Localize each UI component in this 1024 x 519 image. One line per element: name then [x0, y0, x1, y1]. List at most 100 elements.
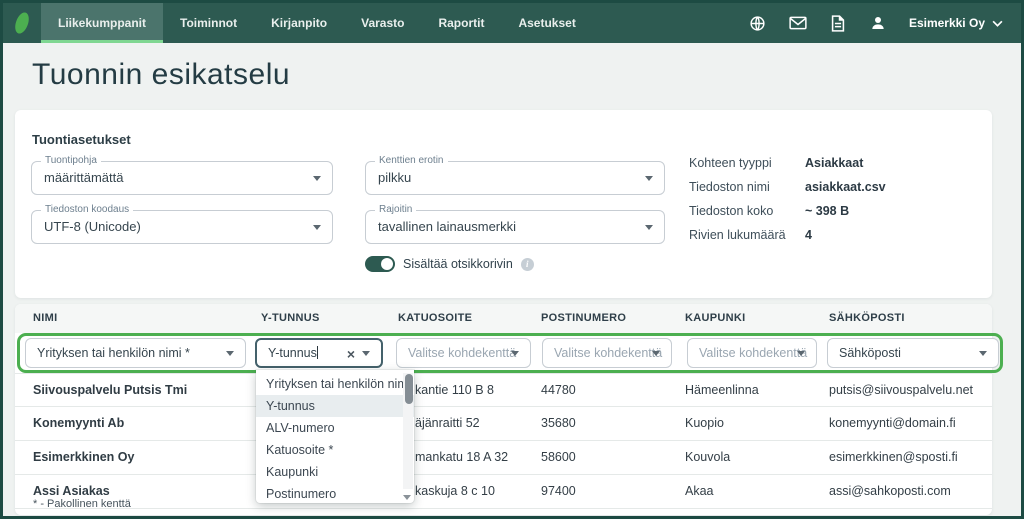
- mapping-select-sahkoposti[interactable]: Sähköposti: [827, 338, 999, 368]
- cell-katuosoite: kantie 110 B 8: [415, 374, 494, 407]
- select-tiedoston-koodaus-value: UTF-8 (Unicode): [32, 211, 332, 243]
- cell-katuosoite: mankatu 18 A 32: [415, 441, 508, 474]
- info-row: Kohteen tyyppi Asiakkaat: [689, 156, 886, 170]
- cell-kaupunki: Kuopio: [685, 407, 724, 440]
- nav-tab-varasto[interactable]: Varasto: [344, 3, 421, 43]
- info-label: Rivien lukumäärä: [689, 228, 805, 242]
- caret-down-icon: [313, 225, 321, 230]
- required-field-footnote: * - Pakollinen kenttä: [33, 498, 131, 510]
- clear-icon[interactable]: ×: [347, 345, 355, 363]
- select-tuontipohja[interactable]: Tuontipohja määrittämättä: [31, 161, 333, 195]
- cell-katuosoite: äjänraitti 52: [415, 407, 480, 440]
- nav-tabs: Liikekumppanit Toiminnot Kirjanpito Vara…: [41, 3, 593, 43]
- caret-down-icon: [511, 351, 519, 356]
- import-preview-screen: { "colors": { "accent_green": "#4caf50",…: [0, 0, 1024, 519]
- mapping-select-nimi-value: Yrityksen tai henkilön nimi *: [26, 339, 245, 367]
- cell-nimi: Esimerkkinen Oy: [33, 441, 134, 474]
- info-label: Tiedoston koko: [689, 204, 805, 218]
- account-label: Esimerkki Oy: [909, 16, 985, 30]
- select-kenttien-erotin-label: Kenttien erotin: [375, 155, 448, 166]
- table-row: Siivouspalvelu Putsis Tmi kantie 110 B 8…: [15, 373, 992, 407]
- info-row: Rivien lukumäärä 4: [689, 228, 886, 242]
- select-tuontipohja-value: määrittämättä: [32, 162, 332, 194]
- nav-tab-kirjanpito[interactable]: Kirjanpito: [254, 3, 344, 43]
- dropdown-item[interactable]: ALV-numero: [256, 417, 414, 439]
- nav-tab-liikekumppanit[interactable]: Liikekumppanit: [41, 3, 163, 43]
- nav-tab-asetukset[interactable]: Asetukset: [501, 3, 592, 43]
- table-row: Konemyynti Ab äjänraitti 52 35680 Kuopio…: [15, 407, 992, 441]
- top-nav: Liikekumppanit Toiminnot Kirjanpito Vara…: [3, 3, 1021, 43]
- nav-tab-raportit[interactable]: Raportit: [421, 3, 501, 43]
- caret-down-icon: [313, 176, 321, 181]
- toggle-knob: [381, 258, 393, 270]
- caret-down-icon: [652, 351, 660, 356]
- chevron-down-icon: [992, 20, 1003, 27]
- header-row-toggle[interactable]: [365, 256, 395, 272]
- header-row-toggle-row: Sisältää otsikkorivin i: [365, 256, 534, 272]
- select-kenttien-erotin-value: pilkku: [366, 162, 664, 194]
- dropdown-item[interactable]: Katuosoite *: [256, 439, 414, 461]
- cell-sahkoposti: esimerkkinen@sposti.fi: [829, 441, 958, 474]
- cell-nimi: Siivouspalvelu Putsis Tmi: [33, 374, 187, 407]
- mapping-select-katuosoite[interactable]: Valitse kohdekenttä: [396, 338, 531, 368]
- table-row: Esimerkkinen Oy mankatu 18 A 32 58600 Ko…: [15, 441, 992, 475]
- nav-tab-toiminnot[interactable]: Toiminnot: [163, 3, 254, 43]
- cell-sahkoposti: konemyynti@domain.fi: [829, 407, 956, 440]
- cell-postinumero: 58600: [541, 441, 576, 474]
- select-tiedoston-koodaus[interactable]: Tiedoston koodaus UTF-8 (Unicode): [31, 210, 333, 244]
- info-value: Asiakkaat: [805, 156, 863, 170]
- cell-kaupunki: Hämeenlinna: [685, 374, 759, 407]
- globe-icon[interactable]: [749, 14, 767, 32]
- caret-down-icon: [979, 351, 987, 356]
- info-row: Tiedoston nimi asiakkaat.csv: [689, 180, 886, 194]
- mapping-select-postinumero[interactable]: Valitse kohdekenttä: [542, 338, 672, 368]
- column-header-kaupunki: KAUPUNKI: [685, 304, 745, 333]
- document-icon[interactable]: [829, 14, 847, 32]
- table-header-row: NIMI Y-TUNNUS KATUOSOITE POSTINUMERO KAU…: [15, 304, 992, 333]
- dropdown-item[interactable]: Postinumero: [256, 483, 414, 503]
- info-label: Tiedoston nimi: [689, 180, 805, 194]
- dropdown-item-highlighted[interactable]: Y-tunnus: [256, 395, 414, 417]
- info-value: asiakkaat.csv: [805, 180, 886, 194]
- dropdown-item[interactable]: Yrityksen tai henkilön nimi *: [256, 373, 414, 395]
- import-settings-card: Tuontiasetukset Tuontipohja määrittämätt…: [15, 110, 992, 298]
- select-rajoitin[interactable]: Rajoitin tavallinen lainausmerkki: [365, 210, 665, 244]
- column-header-nimi: NIMI: [33, 304, 57, 333]
- info-icon[interactable]: i: [521, 258, 534, 271]
- mapping-select-y-tunnus[interactable]: Y-tunnus ×: [255, 338, 383, 368]
- mapping-select-nimi[interactable]: Yrityksen tai henkilön nimi *: [25, 338, 246, 368]
- preview-table-card: NIMI Y-TUNNUS KATUOSOITE POSTINUMERO KAU…: [15, 304, 992, 515]
- cell-sahkoposti: putsis@siivouspalvelu.net: [829, 374, 973, 407]
- cell-kaupunki: Kouvola: [685, 441, 730, 474]
- column-header-sahkoposti: SÄHKÖPOSTI: [829, 304, 905, 333]
- info-value: ~ 398 B: [805, 204, 849, 218]
- user-icon[interactable]: [869, 14, 887, 32]
- app-logo[interactable]: [3, 3, 41, 43]
- info-value: 4: [805, 228, 812, 242]
- page-title: Tuonnin esikatselu: [32, 58, 290, 92]
- dropdown-scrollbar-thumb[interactable]: [405, 374, 413, 404]
- account-menu[interactable]: Esimerkki Oy: [909, 16, 1003, 30]
- cell-nimi: Konemyynti Ab: [33, 407, 124, 440]
- mail-icon[interactable]: [789, 14, 807, 32]
- caret-down-icon: [645, 225, 653, 230]
- select-rajoitin-value: tavallinen lainausmerkki: [366, 211, 664, 243]
- nav-right-icons: Esimerkki Oy: [749, 3, 1021, 43]
- cell-kaupunki: Akaa: [685, 475, 714, 508]
- info-row: Tiedoston koko ~ 398 B: [689, 204, 886, 218]
- column-header-postinumero: POSTINUMERO: [541, 304, 626, 333]
- select-kenttien-erotin[interactable]: Kenttien erotin pilkku: [365, 161, 665, 195]
- column-header-katuosoite: KATUOSOITE: [398, 304, 472, 333]
- caret-down-icon: [226, 351, 234, 356]
- dropdown-item[interactable]: Kaupunki: [256, 461, 414, 483]
- mapping-select-kaupunki[interactable]: Valitse kohdekenttä: [687, 338, 817, 368]
- select-tiedoston-koodaus-label: Tiedoston koodaus: [41, 204, 133, 215]
- toggle-label: Sisältää otsikkorivin: [403, 257, 513, 271]
- select-tuontipohja-label: Tuontipohja: [41, 155, 101, 166]
- cell-katuosoite: kaskuja 8 c 10: [415, 475, 495, 508]
- table-row: Assi Asiakas kaskuja 8 c 10 97400 Akaa a…: [15, 475, 992, 509]
- caret-down-icon: [362, 351, 370, 356]
- scroll-down-arrow-icon[interactable]: [403, 495, 411, 500]
- leaf-logo-icon: [13, 11, 32, 36]
- settings-heading: Tuontiasetukset: [32, 132, 131, 147]
